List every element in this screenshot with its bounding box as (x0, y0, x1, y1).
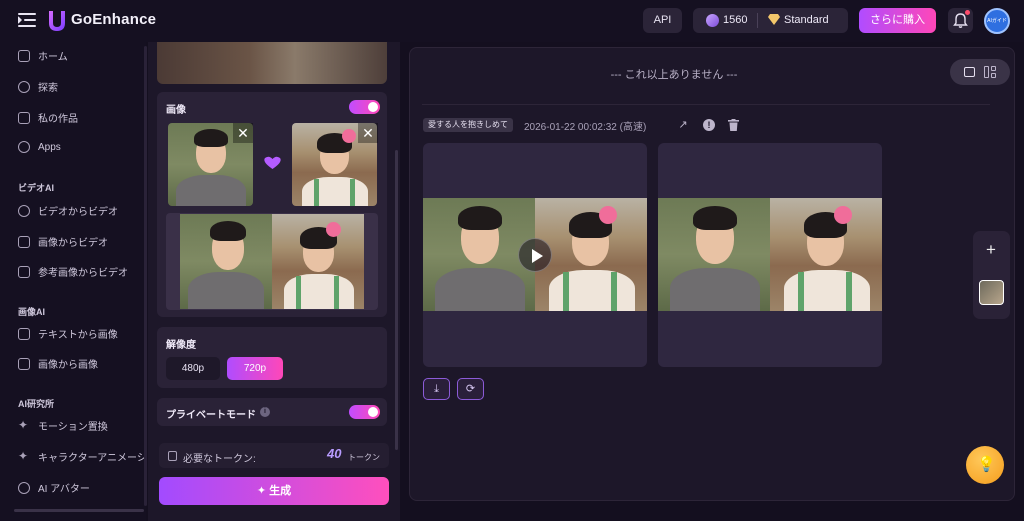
apps-icon (18, 141, 30, 153)
private-mode-toggle[interactable] (349, 405, 380, 419)
generate-button[interactable]: ✦ 生成 (159, 477, 389, 505)
download-icon: ⤓ (434, 383, 439, 395)
panel-scrollbar[interactable] (395, 150, 398, 450)
avatar-icon (18, 481, 30, 494)
credits-coin-icon (706, 14, 719, 27)
sidebar-item-reference-to-video[interactable]: 参考画像からビデオ (18, 264, 144, 279)
add-icon[interactable]: + (982, 241, 1000, 259)
sidebar-item-label: 私の作品 (38, 114, 78, 125)
works-icon (18, 111, 30, 124)
sidebar-item-label: 探索 (38, 83, 58, 94)
sidebar-item-label: モーション置換 (38, 422, 108, 433)
token-value: 40 (327, 446, 342, 461)
end-of-list-text: --- これ以上ありません --- (610, 69, 738, 81)
sidebar-item-label: ビデオからビデオ (38, 207, 118, 218)
prompt-tag: 愛する人を抱きしめて (423, 118, 513, 132)
home-icon (18, 49, 30, 62)
sidebar-item-motion-replace[interactable]: モーション置換 (18, 418, 144, 433)
close-icon[interactable]: ✕ (233, 123, 253, 143)
play-icon[interactable] (518, 238, 552, 272)
download-button[interactable]: ⤓ (423, 378, 450, 400)
user-avatar[interactable]: AIガイド (984, 8, 1010, 34)
view-toggle[interactable] (950, 59, 1010, 85)
sparkle-icon (18, 418, 30, 432)
image-video-icon (18, 235, 30, 248)
image-card-title: 画像 (166, 105, 186, 116)
token-label: 必要なトークン: (183, 454, 256, 465)
sidebar-item-label: 参考画像からビデオ (38, 268, 128, 279)
text-image-icon (18, 327, 30, 340)
sidebar-item-image-to-image[interactable]: 画像から画像 (18, 356, 144, 371)
sidebar-item-my-works[interactable]: 私の作品 (18, 110, 144, 125)
sidebar-bottom-bar (14, 509, 144, 512)
image-toggle[interactable] (349, 100, 380, 114)
section-title-ai-lab: AI研究所 (18, 399, 55, 409)
image-image-icon (18, 357, 30, 370)
video-icon (18, 204, 30, 217)
reference-icon (18, 265, 30, 278)
notification-dot (965, 10, 970, 15)
generation-timestamp: 2026-01-22 00:02:32 (高速) (524, 122, 647, 133)
credits-divider (757, 13, 758, 28)
sparkle-icon (18, 449, 30, 463)
sidebar-item-label: 画像からビデオ (38, 238, 108, 249)
divider (422, 104, 990, 105)
diamond-icon (768, 14, 780, 25)
sidebar-item-ai-avatar[interactable]: AI アバター (18, 480, 144, 495)
resolution-title: 解像度 (166, 340, 196, 351)
close-icon[interactable]: ✕ (358, 123, 378, 143)
sidebar-item-video-to-video[interactable]: ビデオからビデオ (18, 203, 144, 218)
sidebar-item-image-to-video[interactable]: 画像からビデオ (18, 234, 144, 249)
result-image-card[interactable] (658, 143, 882, 367)
sidebar-item-apps[interactable]: Apps (18, 141, 144, 153)
sidebar-item-label: テキストから画像 (38, 330, 118, 341)
resolution-720p-button[interactable]: 720p (227, 357, 283, 380)
trash-icon[interactable] (728, 119, 739, 131)
sidebar-item-label: AI アバター (38, 484, 90, 495)
regenerate-button[interactable]: ⟳ (457, 378, 484, 400)
grid-view-icon[interactable] (984, 66, 989, 78)
token-unit: トークン (348, 453, 380, 462)
token-doc-icon (168, 451, 177, 461)
sidebar-item-label: キャラクターアニメーシ (38, 453, 144, 464)
sidebar-item-label: 画像から画像 (38, 360, 98, 371)
compass-icon (18, 80, 30, 93)
section-title-video-ai: ビデオAI (18, 183, 55, 193)
sidebar-item-character-animation[interactable]: キャラクターアニメーシ (18, 449, 144, 464)
info-icon[interactable]: ! (703, 119, 715, 131)
section-title-image-ai: 画像AI (18, 307, 46, 317)
history-thumbnail[interactable] (979, 280, 1004, 305)
heart-link-icon (264, 156, 281, 169)
info-icon[interactable]: i (260, 407, 270, 417)
resolution-480p-button[interactable]: 480p (166, 357, 220, 380)
sidebar-item-home[interactable]: ホーム (18, 48, 144, 63)
combined-preview (166, 213, 378, 310)
lightbulb-icon[interactable] (966, 446, 1004, 484)
goenhance-logo-icon[interactable] (46, 9, 68, 33)
preview-strip-image (157, 42, 387, 84)
sidebar-item-explore[interactable]: 探索 (18, 79, 144, 94)
api-button[interactable]: API (643, 8, 682, 33)
sidebar-item-label: Apps (38, 141, 61, 153)
private-mode-title: プライベートモード (166, 410, 256, 421)
plan-label: Standard (784, 14, 829, 26)
sidebar-item-label: ホーム (38, 52, 68, 63)
sidebar-scrollbar[interactable] (144, 46, 147, 506)
menu-toggle-icon[interactable] (18, 12, 36, 28)
credits-count: 1560 (723, 14, 748, 26)
buy-more-button[interactable]: さらに購入 (859, 8, 936, 33)
single-view-icon[interactable] (964, 67, 975, 77)
share-icon[interactable]: ↗ (677, 119, 689, 131)
brand-name[interactable]: GoEnhance (71, 11, 156, 28)
sidebar-item-text-to-image[interactable]: テキストから画像 (18, 326, 144, 341)
refresh-icon: ⟳ (465, 383, 476, 395)
